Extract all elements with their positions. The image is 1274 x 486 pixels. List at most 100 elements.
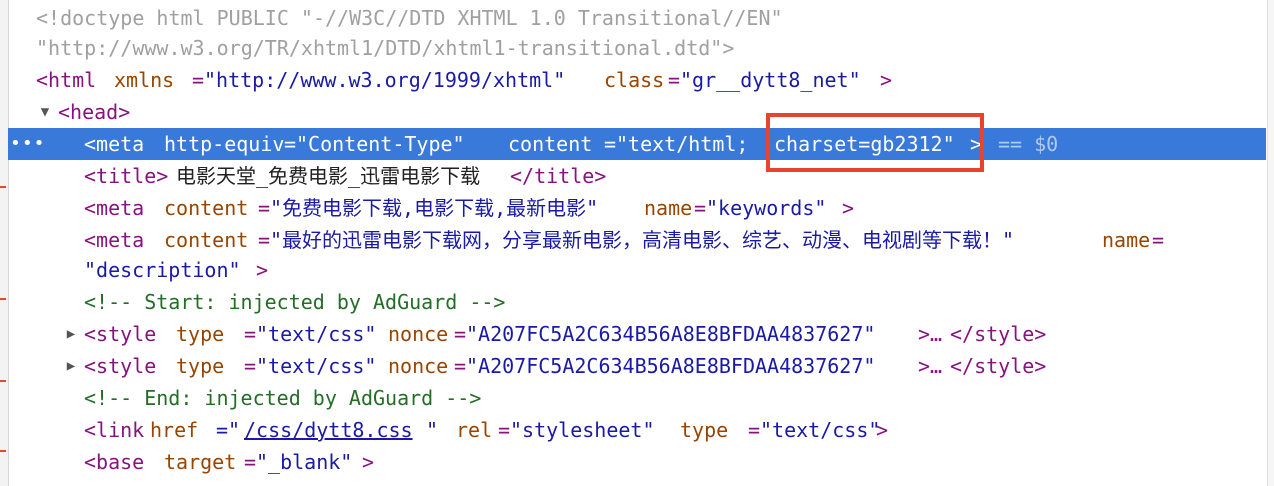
comment-start-node[interactable]: <!-- Start: injected by AdGuard --> [8, 286, 1266, 318]
base-open: <base [84, 450, 145, 474]
collapsed-triangle-icon[interactable]: ▶ [64, 318, 78, 350]
meta-open: <meta [84, 196, 145, 220]
link-attr-rel-value: "stylesheet" [510, 418, 655, 442]
meta-attr-http-equiv-name: http-equiv [164, 132, 285, 156]
equals: = [454, 354, 467, 378]
meta-attr-content-name: content [164, 196, 249, 220]
base-attr-target-name: target [164, 450, 237, 474]
equals: = [258, 228, 271, 252]
head-node[interactable]: ▼ <head> [8, 96, 1266, 128]
style-attr-nonce-name: nonce [388, 354, 449, 378]
equals: = [454, 322, 467, 346]
style-close: </style> [950, 322, 1047, 346]
style-close: </style> [950, 354, 1047, 378]
meta-attr-content-value-part1: "text/html; [616, 132, 749, 156]
equals: = [748, 418, 761, 442]
style-attr-type-value: "text/css" [256, 322, 377, 346]
html-attr-class-name: class [604, 68, 665, 92]
link-open: <link [84, 418, 145, 442]
html-node[interactable]: <html xmlns = "http://www.w3.org/1999/xh… [8, 64, 1266, 96]
html-close: > [880, 68, 893, 92]
selected-node-reference: == $0 [998, 132, 1059, 156]
doctype-text: "http://www.w3.org/TR/xhtml1/DTD/xhtml1-… [36, 36, 735, 60]
gutter-marker [0, 298, 6, 300]
comment-text: <!-- End: injected by AdGuard --> [84, 386, 482, 410]
equals: = [694, 196, 707, 220]
expanded-triangle-icon[interactable]: ▼ [38, 96, 52, 128]
meta-attr-name-value: "keywords" [706, 196, 827, 220]
doctype-node-line1[interactable]: <!doctype html PUBLIC "-//W3C//DTD XHTML… [8, 2, 1266, 34]
head-open: <head> [58, 100, 131, 124]
style-node-1[interactable]: ▶ <style type = "text/css" nonce = "A207… [8, 318, 1266, 350]
gutter-marker [0, 186, 6, 188]
meta-open: <meta [84, 132, 145, 156]
style-collapsed-marker[interactable]: >… [918, 318, 942, 350]
meta-attr-name-value: "description" [84, 258, 241, 282]
equals: = [244, 322, 257, 346]
equals: = [244, 450, 257, 474]
equals: = [258, 196, 271, 220]
style-attr-nonce-value: "A207FC5A2C634B56A8E8BFDAA4837627" [466, 322, 876, 346]
base-close: > [362, 450, 375, 474]
style-attr-nonce-name: nonce [388, 322, 449, 346]
meta-attr-name-name: name [1102, 228, 1151, 252]
base-node[interactable]: <base target = "_blank" > [8, 446, 1266, 478]
html-attr-class-value: "gr__dytt8_net" [680, 68, 861, 92]
html-open: <html [36, 68, 97, 92]
equals: = [498, 418, 511, 442]
meta-open: <meta [84, 228, 145, 252]
link-node[interactable]: <link href =" /css/dytt8.css " rel = "st… [8, 414, 1266, 446]
meta-description-node[interactable]: <meta content = "最好的迅雷电影下载网，分享最新电影，高清电影、… [8, 224, 1266, 256]
link-close: > [876, 418, 889, 442]
meta-description-node-wrap[interactable]: "description" > [8, 254, 1266, 286]
equals: = [668, 68, 681, 92]
more-actions-dots-icon[interactable]: ••• [10, 128, 46, 160]
html-attr-xmlns-value: "http://www.w3.org/1999/xhtml" [204, 68, 566, 92]
equals: = [1152, 228, 1165, 252]
meta-attr-content-name: content [164, 228, 249, 252]
meta-attr-content-name: content [508, 132, 593, 156]
meta-attr-name-name: name [644, 196, 693, 220]
meta-attr-content-value: "免费电影下载,电影下载,最新电影" [270, 196, 599, 220]
style-open: <style [84, 354, 157, 378]
style-attr-type-name: type [176, 322, 225, 346]
gutter-marker [0, 450, 6, 452]
meta-close: > [256, 258, 269, 282]
comment-end-node[interactable]: <!-- End: injected by AdGuard --> [8, 382, 1266, 414]
comment-text: <!-- Start: injected by AdGuard --> [84, 290, 506, 314]
style-attr-type-name: type [176, 354, 225, 378]
style-attr-type-value: "text/css" [256, 354, 377, 378]
elements-panel: <!doctype html PUBLIC "-//W3C//DTD XHTML… [0, 0, 1274, 486]
link-href-url[interactable]: /css/dytt8.css [244, 414, 413, 446]
meta-keywords-node[interactable]: <meta content = "免费电影下载,电影下载,最新电影" name … [8, 192, 1266, 224]
right-scrollbar[interactable] [1267, 0, 1274, 486]
base-attr-target-value: "_blank" [256, 450, 353, 474]
equals: = [604, 132, 617, 156]
link-attr-href-quote-open: =" [216, 418, 241, 442]
link-attr-href-name: href [150, 418, 199, 442]
title-close: </title> [510, 164, 607, 188]
style-attr-nonce-value: "A207FC5A2C634B56A8E8BFDAA4837627" [466, 354, 876, 378]
meta-attr-content-value: "最好的迅雷电影下载网，分享最新电影，高清电影、综艺、动漫、电视剧等下载！" [270, 228, 1015, 252]
link-attr-type-value: "text/css" [760, 418, 881, 442]
link-attr-rel-name: rel [456, 418, 493, 442]
link-attr-type-name: type [680, 418, 729, 442]
selected-meta-node[interactable]: ••• <meta http-equiv = "Content-Type" co… [8, 128, 1266, 160]
title-text: 电影天堂_免费电影_迅雷电影下载 [176, 164, 481, 188]
style-open: <style [84, 322, 157, 346]
gutter-marker [0, 380, 6, 382]
title-open: <title> [84, 164, 169, 188]
equals: = [284, 132, 297, 156]
doctype-node-line2[interactable]: "http://www.w3.org/TR/xhtml1/DTD/xhtml1-… [8, 32, 1266, 64]
equals: = [192, 68, 205, 92]
collapsed-triangle-icon[interactable]: ▶ [64, 350, 78, 382]
style-collapsed-marker[interactable]: >… [918, 350, 942, 382]
annotation-highlight-box [766, 113, 984, 172]
html-attr-xmlns-name: xmlns [114, 68, 175, 92]
title-node[interactable]: <title> 电影天堂_免费电影_迅雷电影下载 </title> [8, 160, 1266, 192]
link-attr-href-quote-close: " [426, 418, 439, 442]
doctype-text: <!doctype html PUBLIC "-//W3C//DTD XHTML… [36, 6, 783, 30]
equals: = [244, 354, 257, 378]
meta-close: > [842, 196, 855, 220]
style-node-2[interactable]: ▶ <style type = "text/css" nonce = "A207… [8, 350, 1266, 382]
